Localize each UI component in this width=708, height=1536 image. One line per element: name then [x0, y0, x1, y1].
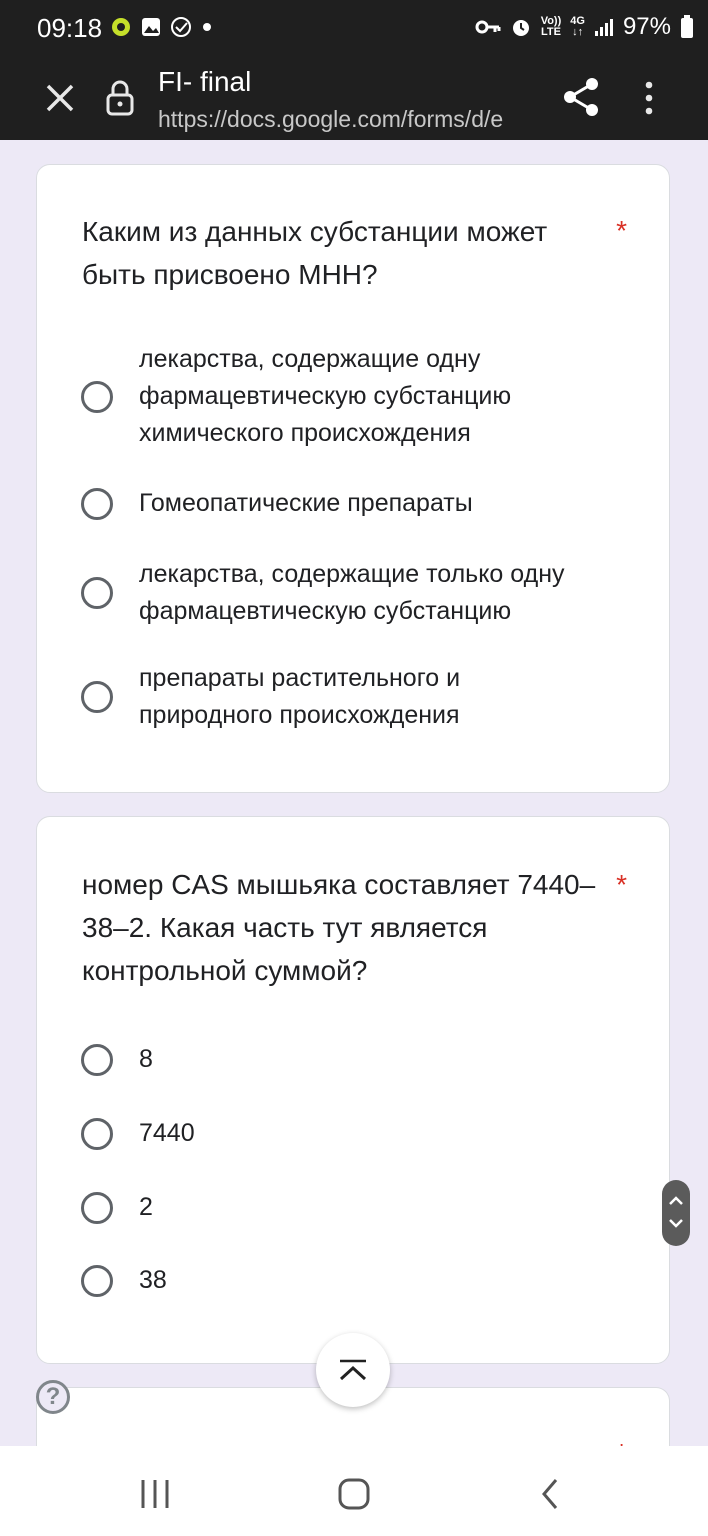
alarm-icon: [512, 20, 529, 36]
more-options-icon[interactable]: [632, 78, 666, 118]
dot-icon: [203, 23, 211, 31]
question-title: номер CAS мышьяка составляет 7440–38–2. …: [82, 869, 596, 986]
network-indicator: 4G ↓↑: [570, 15, 585, 38]
option-item[interactable]: 8: [81, 1041, 641, 1078]
option-item[interactable]: 7440: [81, 1115, 641, 1152]
recent-apps-icon[interactable]: [135, 1474, 175, 1514]
chevron-up-to-top-icon: [339, 1359, 367, 1381]
option-label: 2: [139, 1193, 153, 1221]
key-icon: [475, 20, 501, 34]
radio-button[interactable]: [81, 681, 113, 713]
option-label: 8: [139, 1045, 153, 1073]
navigation-bar: [0, 1446, 708, 1536]
option-item[interactable]: 38: [81, 1262, 641, 1299]
option-label: 7440: [139, 1119, 195, 1147]
battery-icon: [681, 15, 693, 38]
radio-button[interactable]: [81, 1264, 113, 1297]
option-label: 38: [139, 1266, 167, 1294]
battery-percent: 97%: [622, 13, 671, 40]
option-label: препараты растительного и природного про…: [139, 664, 461, 729]
option-item[interactable]: лекарства, содержащие одну фармацевтичес…: [81, 341, 641, 452]
radio-button[interactable]: [81, 1117, 113, 1150]
close-icon[interactable]: [40, 78, 80, 118]
radio-button[interactable]: [81, 380, 113, 413]
url-field[interactable]: https://docs.google.com/forms/d/e: [158, 106, 538, 133]
check-circle-icon: [171, 17, 191, 37]
home-icon[interactable]: [334, 1474, 374, 1514]
gallery-icon: [142, 18, 160, 36]
radio-button[interactable]: [81, 1191, 113, 1224]
lock-icon[interactable]: [104, 78, 136, 118]
option-item[interactable]: препараты растительного и природного про…: [81, 660, 641, 734]
radio-button[interactable]: [81, 487, 113, 520]
browser-toolbar: FI- final https://docs.google.com/forms/…: [0, 56, 708, 140]
question-card: Каким из данных субстанции может быть пр…: [36, 164, 670, 793]
option-item[interactable]: 2: [81, 1189, 641, 1226]
required-asterisk: *: [616, 869, 627, 900]
radio-button[interactable]: [81, 577, 113, 609]
option-label: лекарства, содержащие только одну фармац…: [139, 560, 565, 625]
question-card: номер CAS мышьяка составляет 7440–38–2. …: [36, 816, 670, 1364]
page-title: FI- final: [158, 66, 252, 97]
fast-scroll-handle[interactable]: [662, 1180, 690, 1246]
radio-button[interactable]: [81, 1043, 113, 1076]
back-icon[interactable]: [532, 1474, 572, 1514]
status-time: 09:18: [37, 13, 103, 43]
option-label: лекарства, содержащие одну фармацевтичес…: [139, 345, 512, 447]
option-item[interactable]: лекарства, содержащие только одну фармац…: [81, 556, 641, 630]
share-icon[interactable]: [560, 76, 602, 118]
location-icon: [112, 18, 130, 36]
scroll-to-top-button[interactable]: [316, 1333, 390, 1407]
option-label: Гомеопатические препараты: [139, 489, 473, 517]
signal-icon: [594, 19, 613, 36]
option-item[interactable]: Гомеопатические препараты: [81, 485, 641, 522]
required-asterisk: *: [616, 215, 627, 246]
question-title: Каким из данных субстанции может быть пр…: [82, 216, 548, 290]
chevron-down-icon: [669, 1219, 683, 1228]
help-icon[interactable]: ?: [36, 1380, 70, 1414]
volte-indicator: Vo)) LTE: [540, 15, 562, 38]
status-bar: 09:18 Vo)) LTE 4G ↓↑ 97%: [0, 0, 708, 56]
